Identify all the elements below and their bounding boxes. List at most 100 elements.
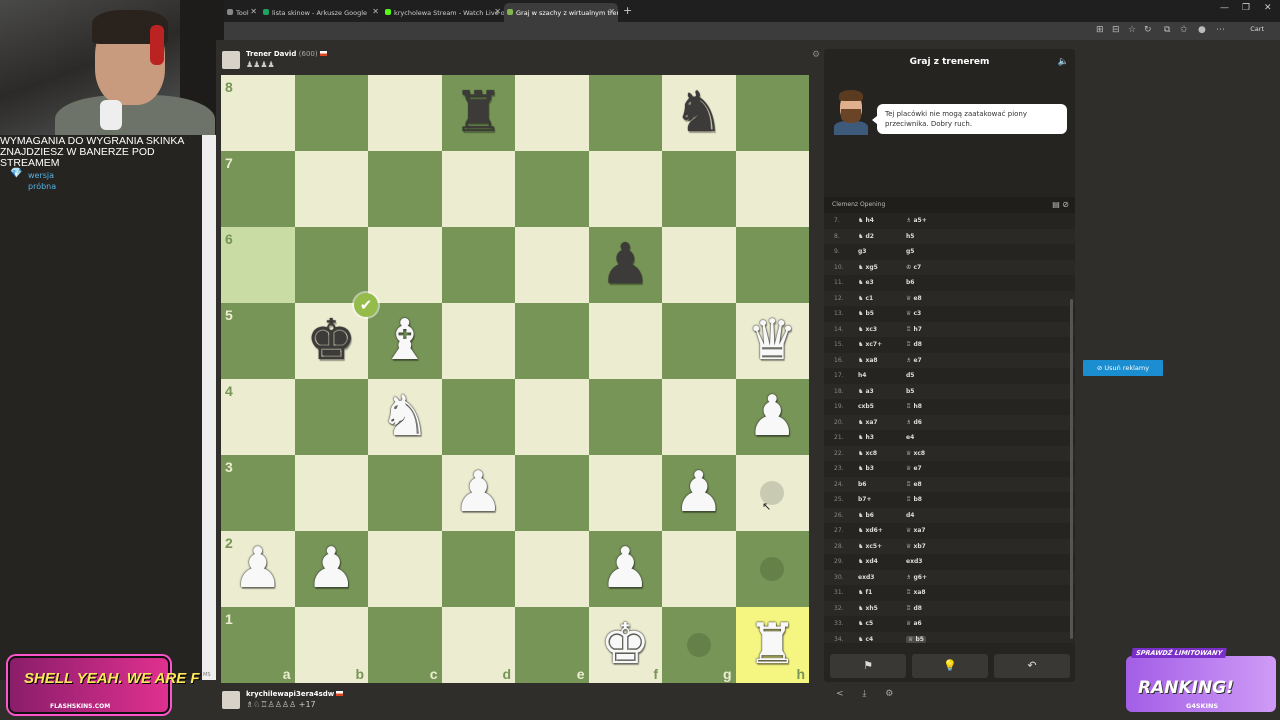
- square-a2[interactable]: 2 ♟: [221, 531, 295, 607]
- white-move[interactable]: ♞ c4: [858, 636, 873, 643]
- move-row[interactable]: 26. ♞ b6 d4: [824, 507, 1075, 523]
- white-piece-h5[interactable]: ♛: [736, 303, 810, 379]
- black-move[interactable]: ♕ c3: [906, 310, 921, 317]
- square-c4[interactable]: ♞: [368, 379, 442, 455]
- square-a7[interactable]: 7: [221, 151, 295, 227]
- black-move[interactable]: d5: [906, 372, 914, 379]
- black-move[interactable]: ♔ c7: [906, 264, 921, 271]
- square-a8[interactable]: 8: [221, 75, 295, 151]
- move-row[interactable]: 10. ♞ xg5 ♔ c7: [824, 259, 1075, 275]
- square-b2[interactable]: ♟: [294, 531, 368, 607]
- square-h3[interactable]: [735, 455, 809, 531]
- white-move[interactable]: ♞ xd6+: [858, 527, 883, 534]
- black-move[interactable]: ♖ h8: [906, 403, 922, 410]
- square-e2[interactable]: [515, 531, 589, 607]
- scrollbar[interactable]: [1070, 299, 1073, 639]
- browser-tab-active[interactable]: Graj w szachy z wirtualnym trener...✕: [504, 3, 618, 22]
- white-piece-h1[interactable]: ♜: [736, 607, 810, 683]
- black-move[interactable]: e4: [906, 434, 914, 441]
- move-row[interactable]: 15. ♞ xc7+ ♖ d8: [824, 337, 1075, 353]
- square-b1[interactable]: b: [294, 607, 368, 683]
- square-g8[interactable]: ♞: [662, 75, 736, 151]
- square-b6[interactable]: [294, 227, 368, 303]
- move-row[interactable]: 18. ♞ a3 b5: [824, 383, 1075, 399]
- minimize-icon[interactable]: —: [1220, 3, 1229, 13]
- square-a4[interactable]: 4: [221, 379, 295, 455]
- player-name[interactable]: krychilewapi3era4sdw: [246, 690, 334, 698]
- black-move[interactable]: ♕ xa7: [906, 527, 926, 534]
- square-e7[interactable]: [515, 151, 589, 227]
- square-h8[interactable]: [735, 75, 809, 151]
- white-move[interactable]: b7+: [858, 496, 872, 503]
- move-list[interactable]: 7. ♞ h4 ♗ a5+ 8. ♞ d2 h5 9. g3 g5 10. ♞ xg5 ♔ c7 11.…: [824, 213, 1075, 643]
- refresh-icon[interactable]: ↻: [1144, 25, 1152, 35]
- square-d4[interactable]: [441, 379, 515, 455]
- profile-chip[interactable]: Cart: [1250, 25, 1264, 33]
- black-move[interactable]: ♖ d8: [906, 605, 922, 612]
- white-move[interactable]: b6: [858, 481, 866, 488]
- square-f5[interactable]: [588, 303, 662, 379]
- square-a3[interactable]: 3: [221, 455, 295, 531]
- white-piece-c5[interactable]: ♝: [368, 303, 442, 379]
- premium-badge[interactable]: 💎 wersja próbna: [10, 168, 56, 191]
- black-move[interactable]: ♗ d6: [906, 419, 922, 426]
- move-row[interactable]: 34. ♞ c4 ♕ b5: [824, 631, 1075, 643]
- move-row[interactable]: 29. ♞ xd4 exd3: [824, 554, 1075, 570]
- white-move[interactable]: ♞ a3: [858, 388, 874, 395]
- square-g3[interactable]: ♟: [662, 455, 736, 531]
- black-move[interactable]: h5: [906, 233, 914, 240]
- close-icon[interactable]: ✕: [372, 7, 379, 16]
- move-row[interactable]: 12. ♞ c1 ♕ e8: [824, 290, 1075, 306]
- black-piece-f6[interactable]: ♟: [589, 227, 663, 303]
- square-a5[interactable]: 5: [221, 303, 295, 379]
- white-move[interactable]: ♞ c5: [858, 620, 873, 627]
- square-e5[interactable]: [515, 303, 589, 379]
- settings-circle-icon[interactable]: ⊘: [1062, 200, 1069, 209]
- move-row[interactable]: 30. exd3 ♗ g6+: [824, 569, 1075, 585]
- black-move[interactable]: ♖ e8: [906, 481, 922, 488]
- favorites-icon[interactable]: ✩: [1180, 25, 1188, 35]
- square-d5[interactable]: [441, 303, 515, 379]
- square-d8[interactable]: ♜: [441, 75, 515, 151]
- browser-tab[interactable]: lista skinow - Arkusze Google ✕: [260, 3, 382, 22]
- move-row[interactable]: 8. ♞ d2 h5: [824, 228, 1075, 244]
- move-row[interactable]: 23. ♞ b3 ♕ e7: [824, 461, 1075, 477]
- black-move[interactable]: ♗ a5+: [906, 217, 927, 224]
- browser-tab[interactable]: Tool ✕: [224, 3, 260, 22]
- move-row[interactable]: 13. ♞ b5 ♕ c3: [824, 306, 1075, 322]
- square-d1[interactable]: d: [441, 607, 515, 683]
- square-e4[interactable]: [515, 379, 589, 455]
- move-row[interactable]: 7. ♞ h4 ♗ a5+: [824, 213, 1075, 229]
- square-e8[interactable]: [515, 75, 589, 151]
- square-h7[interactable]: [735, 151, 809, 227]
- square-g4[interactable]: [662, 379, 736, 455]
- star-icon[interactable]: ☆: [1128, 25, 1136, 35]
- black-move[interactable]: ♖ h7: [906, 326, 922, 333]
- move-row[interactable]: 31. ♞ f1 ♖ xa8: [824, 585, 1075, 601]
- avatar[interactable]: [222, 691, 240, 709]
- black-move[interactable]: ♕ xc8: [906, 450, 925, 457]
- square-c3[interactable]: [368, 455, 442, 531]
- move-row[interactable]: 25. b7+ ♖ b8: [824, 492, 1075, 508]
- move-row[interactable]: 17. h4 d5: [824, 368, 1075, 384]
- white-move[interactable]: g3: [858, 248, 866, 255]
- square-b8[interactable]: [294, 75, 368, 151]
- move-row[interactable]: 21. ♞ h3 e4: [824, 430, 1075, 446]
- move-row[interactable]: 24. b6 ♖ e8: [824, 476, 1075, 492]
- square-h6[interactable]: [735, 227, 809, 303]
- white-move[interactable]: ♞ b3: [858, 465, 874, 472]
- square-f6[interactable]: ♟: [588, 227, 663, 303]
- square-f7[interactable]: [588, 151, 662, 227]
- white-piece-f1[interactable]: ♚: [589, 607, 663, 683]
- move-row[interactable]: 11. ♞ e3 b6: [824, 275, 1075, 291]
- takeback-button[interactable]: ↶: [994, 654, 1070, 678]
- black-move[interactable]: ♖ d8: [906, 341, 922, 348]
- black-move[interactable]: exd3: [906, 558, 922, 565]
- move-row[interactable]: 16. ♞ xa8 ♗ e7: [824, 352, 1075, 368]
- white-move[interactable]: ♞ b5: [858, 310, 874, 317]
- square-e1[interactable]: e: [515, 607, 589, 683]
- black-piece-g8[interactable]: ♞: [662, 75, 736, 151]
- white-move[interactable]: ♞ b6: [858, 512, 874, 519]
- square-g7[interactable]: [662, 151, 736, 227]
- move-row[interactable]: 20. ♞ xa7 ♗ d6: [824, 414, 1075, 430]
